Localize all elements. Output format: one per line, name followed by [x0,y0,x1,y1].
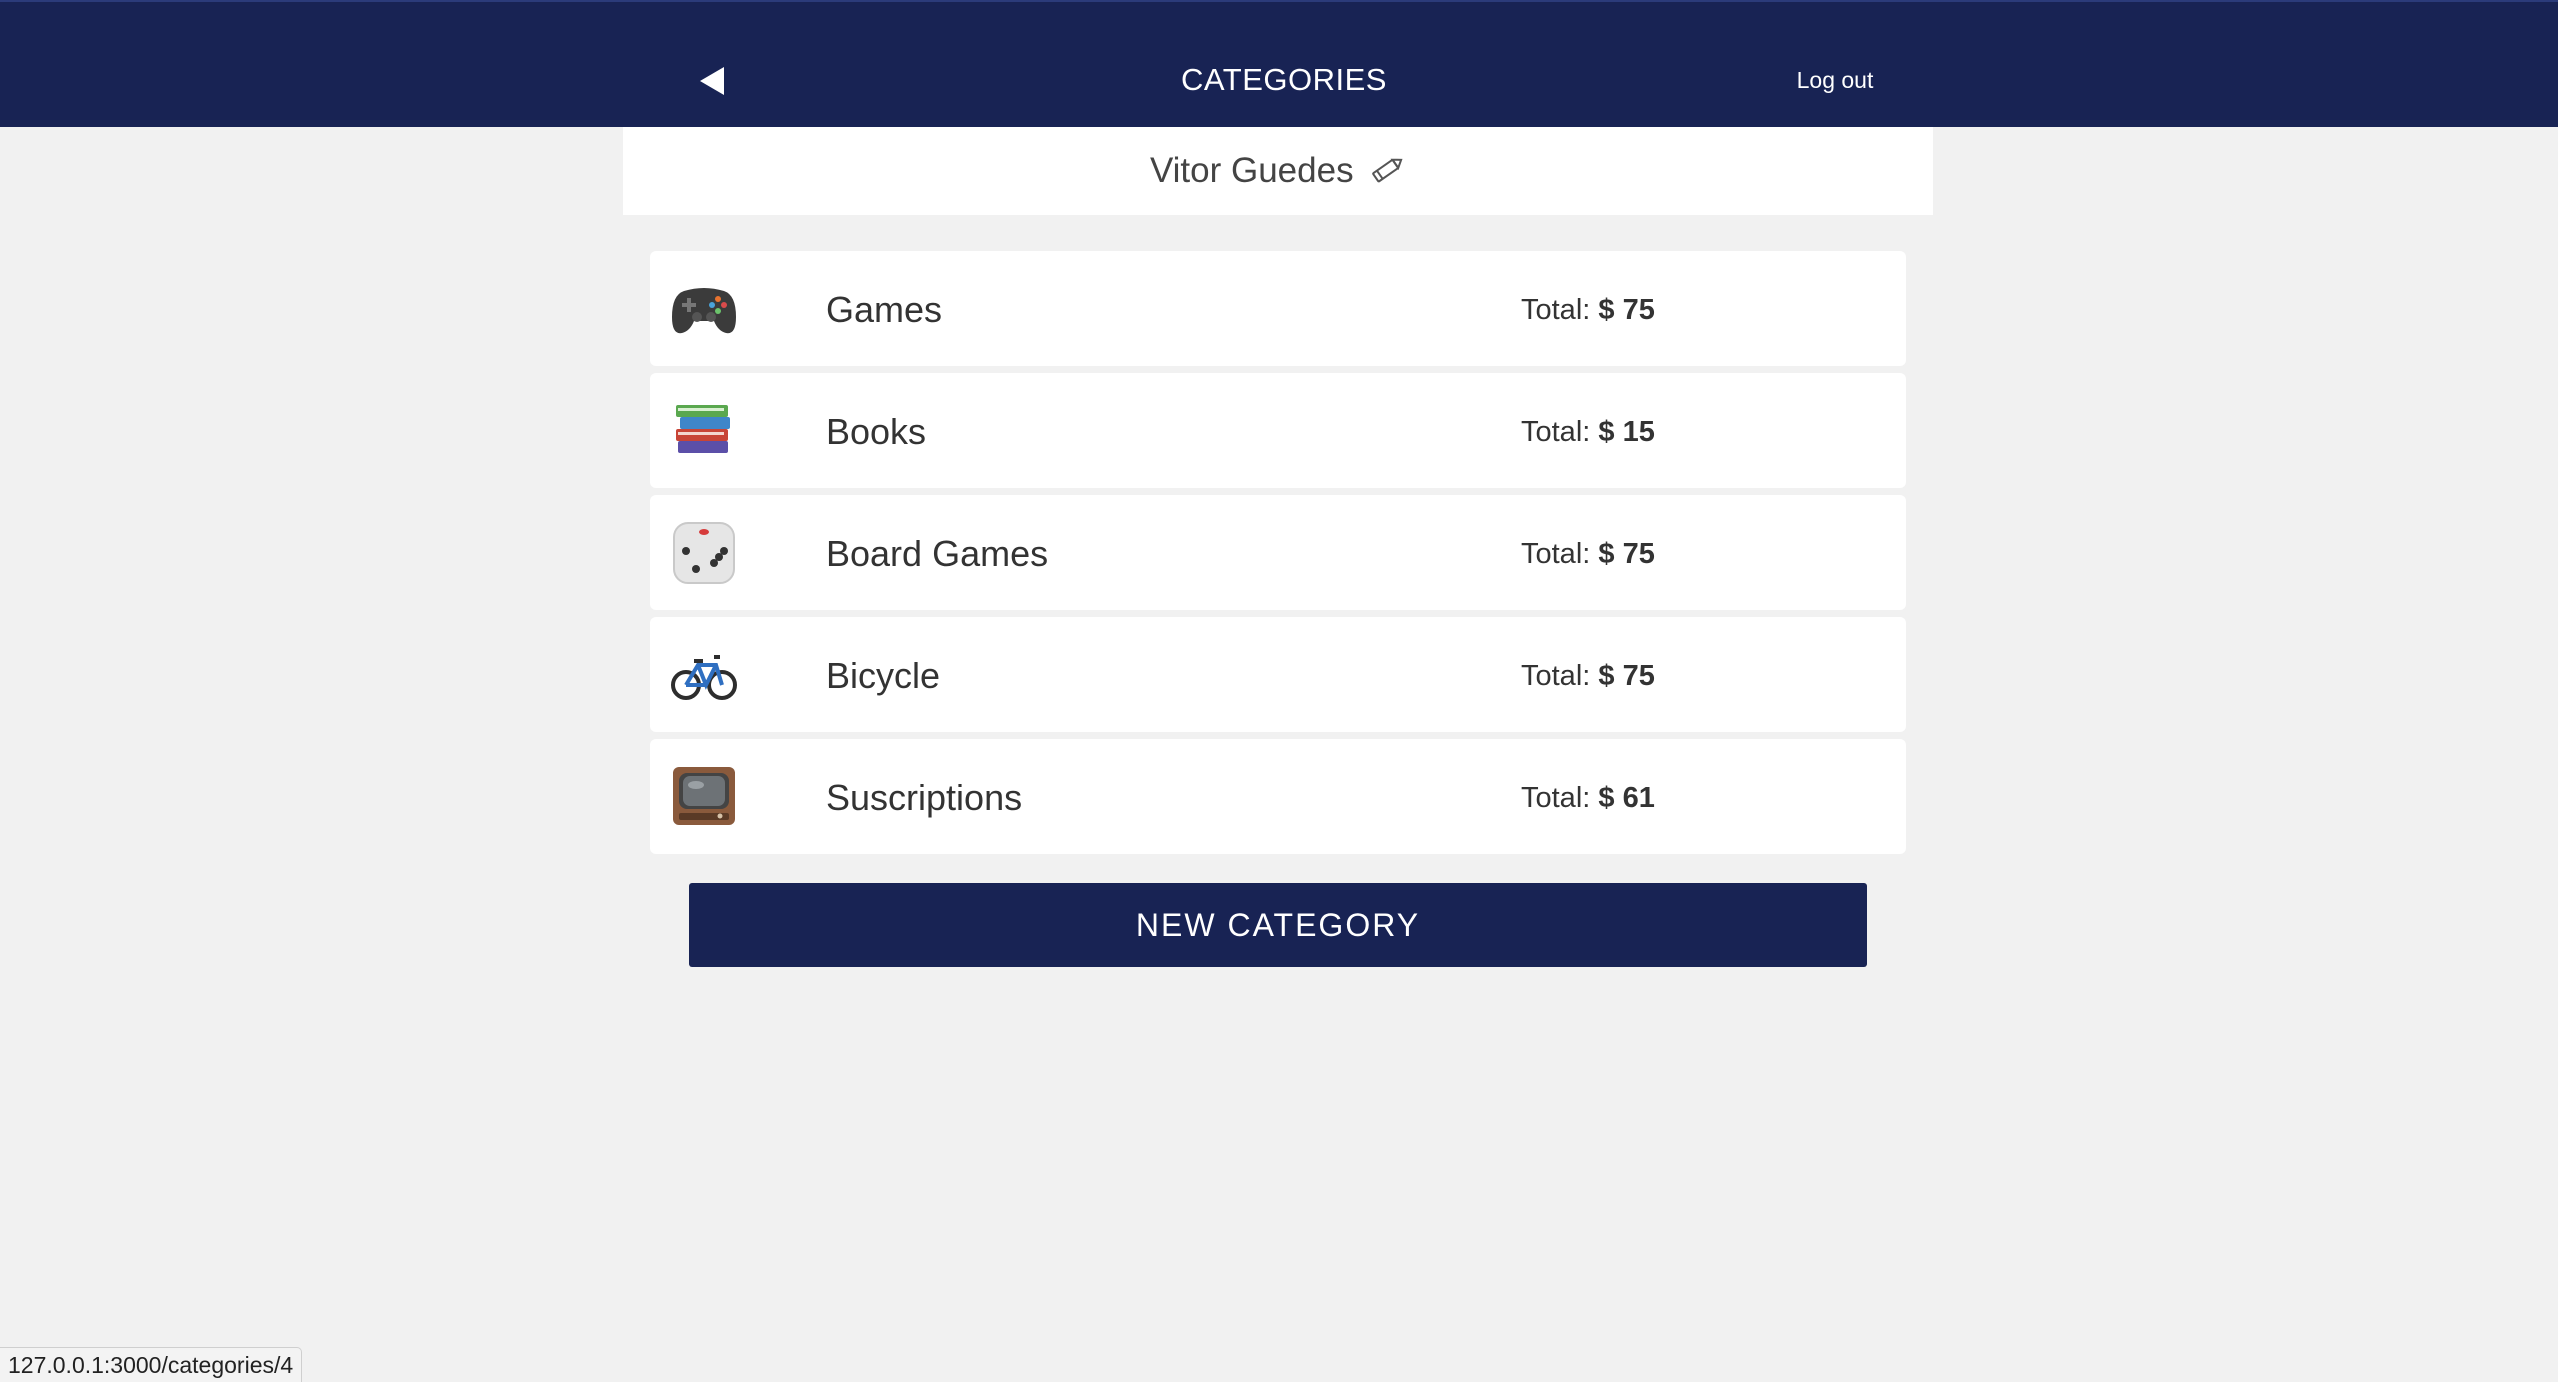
total-amount: $ 15 [1598,416,1655,448]
category-card[interactable]: Board Games Total: $ 75 [650,495,1906,610]
bicycle-icon [670,643,738,707]
category-list: Games Total: $ 75 Books Total: $ 15 Boar… [650,251,1906,861]
user-bar: Vitor Guedes [623,127,1933,215]
category-card[interactable]: Books Total: $ 15 [650,373,1906,488]
category-card[interactable]: Bicycle Total: $ 75 [650,617,1906,732]
category-name: Suscriptions [826,777,1023,818]
category-name: Games [826,289,943,330]
category-name: Bicycle [826,655,941,696]
status-bar-url: 127.0.0.1:3000/categories/4 [0,1347,303,1382]
total-label: Total: [1521,294,1591,326]
new-category-button[interactable]: NEW CATEGORY [689,883,1867,967]
back-triangle-icon [700,67,724,95]
total-amount: $ 61 [1598,782,1655,814]
total-amount: $ 75 [1598,538,1655,570]
television-icon [670,765,738,829]
total-amount: $ 75 [1598,660,1655,692]
total-label: Total: [1521,660,1591,692]
category-name: Board Games [826,533,1049,574]
category-total: Total: $ 75 [1521,291,1655,329]
books-icon [670,399,738,463]
category-card[interactable]: Games Total: $ 75 [650,251,1906,366]
game-controller-icon [670,277,738,341]
category-total: Total: $ 61 [1521,779,1655,817]
dice-icon [670,521,738,585]
total-amount: $ 75 [1598,294,1655,326]
category-total: Total: $ 75 [1521,535,1655,573]
category-total: Total: $ 15 [1521,413,1655,451]
user-name: Vitor Guedes [1149,151,1354,190]
page-title: CATEGORIES [1181,62,1387,97]
category-card[interactable]: Suscriptions Total: $ 61 [650,739,1906,854]
category-name: Books [826,411,927,452]
pencil-icon[interactable] [1370,151,1406,187]
total-label: Total: [1521,782,1591,814]
logout-link[interactable]: Log out [1760,64,1910,96]
top-navbar: CATEGORIES Log out [0,0,2558,127]
back-button[interactable] [698,65,726,97]
total-label: Total: [1521,538,1591,570]
total-label: Total: [1521,416,1591,448]
category-total: Total: $ 75 [1521,657,1655,695]
